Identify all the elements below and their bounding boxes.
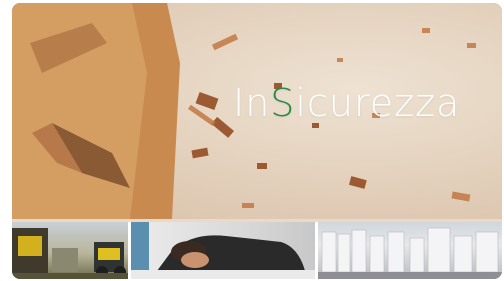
construction-machinery-image: [12, 228, 128, 279]
banner-card[interactable]: InSicurezza: [12, 3, 502, 279]
warehouse-pallets-image: [318, 227, 502, 279]
brand-suffix: icurezza: [295, 81, 461, 125]
brand-prefix: In: [233, 81, 271, 125]
thumbnail-strip: [12, 222, 502, 279]
thumbnail-tired-worker[interactable]: [131, 222, 315, 279]
hero-image: InSicurezza: [12, 3, 502, 219]
tired-worker-at-desk-image: [131, 222, 315, 279]
thumbnail-construction[interactable]: [12, 222, 128, 279]
brand-accent-letter: S: [270, 81, 296, 125]
brand-logo-text: InSicurezza: [233, 81, 460, 125]
thumbnail-warehouse[interactable]: [318, 222, 502, 279]
